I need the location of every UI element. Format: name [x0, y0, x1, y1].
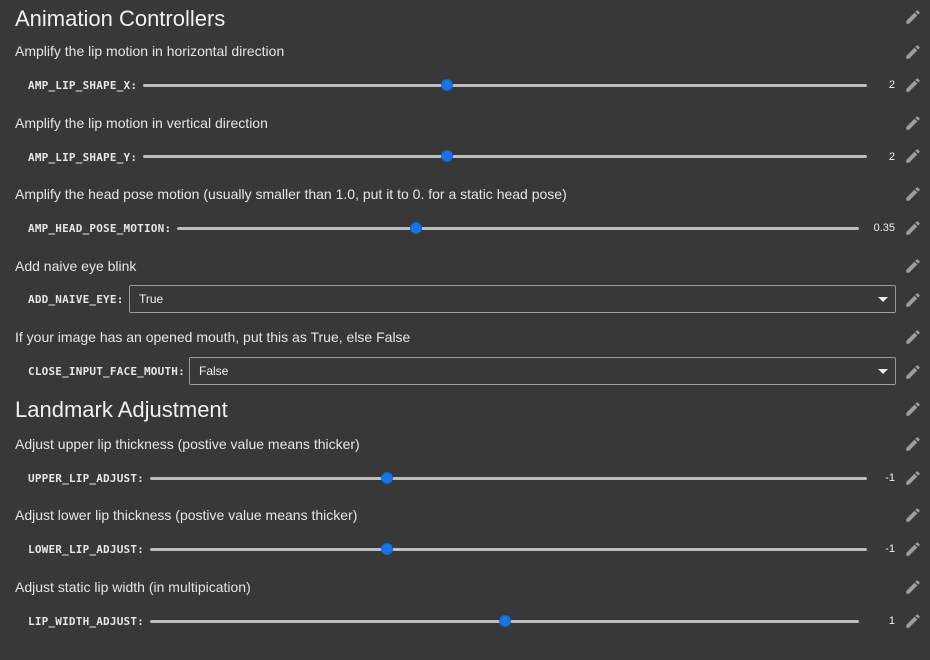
slider-thumb[interactable]: [499, 616, 510, 626]
pencil-icon[interactable]: [904, 257, 922, 275]
pencil-icon[interactable]: [904, 291, 922, 309]
param-description: Adjust upper lip thickness (postive valu…: [15, 436, 360, 452]
pencil-icon[interactable]: [904, 328, 922, 346]
param-description: Amplify the lip motion in horizontal dir…: [15, 43, 285, 59]
add-naive-eye-select[interactable]: True: [129, 285, 896, 313]
slider-value: 2: [888, 79, 895, 91]
param-description: Add naive eye blink: [15, 258, 137, 274]
pencil-icon[interactable]: [904, 435, 922, 453]
select-value: False: [199, 364, 229, 378]
slider-value: -1: [885, 472, 895, 484]
pencil-icon[interactable]: [904, 469, 922, 487]
param-description: Amplify the lip motion in vertical direc…: [15, 115, 268, 131]
section-title-landmark-adjustment: Landmark Adjustment: [15, 397, 228, 422]
section-title-animation-controllers: Animation Controllers: [15, 6, 226, 31]
pencil-icon[interactable]: [904, 114, 922, 132]
pencil-icon[interactable]: [904, 400, 922, 418]
slider-thumb[interactable]: [442, 80, 453, 90]
pencil-icon[interactable]: [904, 219, 922, 237]
pencil-icon[interactable]: [904, 363, 922, 381]
param-label: UPPER_LIP_ADJUST:: [28, 472, 144, 485]
close-input-face-mouth-select[interactable]: False: [189, 357, 896, 385]
param-label: AMP_HEAD_POSE_MOTION:: [28, 222, 172, 235]
slider-value: 0.35: [873, 222, 895, 234]
amp-head-pose-motion-slider[interactable]: [177, 223, 859, 233]
param-label: ADD_NAIVE_EYE:: [28, 293, 124, 306]
param-label: AMP_LIP_SHAPE_Y:: [28, 151, 138, 164]
param-label: LOWER_LIP_ADJUST:: [28, 543, 144, 556]
slider-value: 1: [888, 615, 895, 627]
pencil-icon[interactable]: [904, 612, 922, 630]
slider-thumb[interactable]: [442, 151, 453, 161]
slider-thumb[interactable]: [381, 544, 392, 554]
amp-lip-shape-y-slider[interactable]: [143, 151, 867, 161]
param-description: Adjust lower lip thickness (postive valu…: [15, 507, 358, 523]
slider-thumb[interactable]: [381, 473, 392, 483]
select-value: True: [139, 292, 164, 306]
pencil-icon[interactable]: [904, 76, 922, 94]
pencil-icon[interactable]: [904, 540, 922, 558]
pencil-icon[interactable]: [904, 578, 922, 596]
slider-thumb[interactable]: [410, 223, 421, 233]
upper-lip-adjust-slider[interactable]: [150, 473, 867, 483]
param-description: If your image has an opened mouth, put t…: [15, 329, 411, 345]
pencil-icon[interactable]: [904, 506, 922, 524]
param-description: Amplify the head pose motion (usually sm…: [15, 186, 567, 202]
caret-down-icon: [878, 297, 888, 302]
pencil-icon[interactable]: [904, 185, 922, 203]
param-description: Adjust static lip width (in multipicatio…: [15, 579, 251, 595]
caret-down-icon: [878, 369, 888, 374]
param-label: LIP_WIDTH_ADJUST:: [28, 615, 144, 628]
slider-value: 2: [888, 151, 895, 163]
pencil-icon[interactable]: [904, 147, 922, 165]
pencil-icon[interactable]: [904, 43, 922, 61]
lip-width-adjust-slider[interactable]: [150, 616, 859, 626]
param-label: CLOSE_INPUT_FACE_MOUTH:: [28, 365, 185, 378]
amp-lip-shape-x-slider[interactable]: [143, 80, 867, 90]
param-label: AMP_LIP_SHAPE_X:: [28, 79, 138, 92]
lower-lip-adjust-slider[interactable]: [150, 544, 867, 554]
slider-value: -1: [885, 543, 895, 555]
pencil-icon[interactable]: [904, 8, 922, 26]
